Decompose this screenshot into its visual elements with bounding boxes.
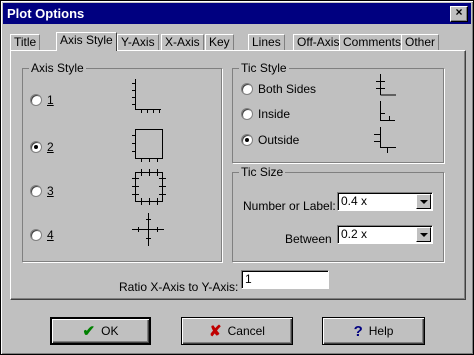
axis-style-radio-2[interactable] — [30, 141, 42, 153]
tic-size-group: Tic Size Number or Label: 0.4 x Between … — [232, 165, 444, 262]
tab-off-axis-label: Off-Axis — [297, 35, 340, 49]
tic-style-radio-outside[interactable] — [241, 134, 253, 146]
axis-style-group: Axis Style 1 2 3 4 — [22, 61, 222, 262]
number-or-label-value: 0.4 x — [341, 194, 368, 208]
tab-strip: Title Axis Style Y-Axis X-Axis Key Lines… — [10, 32, 470, 51]
tic-style-group-title: Tic Style — [239, 61, 289, 75]
box-axis-icon — [132, 129, 163, 162]
tab-lines[interactable]: Lines — [248, 34, 285, 50]
tab-axis-style-label: Axis Style — [60, 33, 113, 47]
tab-off-axis[interactable]: Off-Axis — [293, 34, 344, 50]
between-label: Between — [285, 232, 332, 246]
tab-title[interactable]: Title — [10, 34, 41, 50]
tab-axis-style[interactable]: Axis Style — [56, 32, 117, 51]
window-title: Plot Options — [7, 6, 85, 21]
axis-style-radio-1[interactable] — [30, 94, 42, 106]
tic-style-radio-both-sides[interactable] — [241, 83, 253, 95]
tab-title-label: Title — [14, 35, 37, 49]
axis-style-radio-4[interactable] — [30, 229, 42, 241]
tic-style-label-outside: Outside — [258, 133, 300, 147]
chevron-down-icon[interactable] — [416, 227, 431, 242]
tic-style-label-both-sides: Both Sides — [258, 82, 317, 96]
axis-style-label-3: 3 — [47, 184, 54, 198]
chevron-down-icon[interactable] — [416, 194, 431, 209]
axis-style-label-2: 2 — [47, 140, 54, 154]
plot-options-dialog: Plot Options × Title Axis Style Y-Axis X… — [0, 0, 474, 355]
tab-key-label: Key — [209, 35, 230, 49]
help-button[interactable]: ? Help — [322, 317, 425, 345]
tab-y-axis[interactable]: Y-Axis — [117, 34, 159, 50]
close-button[interactable]: × — [450, 5, 468, 22]
l-axis-icon — [132, 79, 161, 113]
ratio-label: Ratio X-Axis to Y-Axis: — [119, 280, 239, 294]
help-label: Help — [368, 324, 394, 338]
tab-other[interactable]: Other — [401, 34, 440, 50]
x-icon: ✘ — [209, 322, 222, 340]
tic-outside-icon — [374, 127, 396, 153]
number-or-label-select[interactable]: 0.4 x — [337, 192, 433, 211]
tic-style-label-inside: Inside — [258, 107, 291, 121]
tic-both-icon — [376, 74, 396, 96]
box-tics-icon — [132, 169, 166, 205]
ratio-value: 1 — [245, 272, 252, 286]
tic-style-radio-inside[interactable] — [241, 108, 253, 120]
ratio-input[interactable]: 1 — [241, 270, 329, 289]
axis-style-page: Axis Style 1 2 3 4 Tic Style Both Sides … — [10, 50, 466, 300]
axis-style-label-4: 4 — [47, 228, 54, 242]
question-icon: ? — [353, 322, 363, 340]
axis-style-group-title: Axis Style — [29, 61, 86, 75]
ok-label: OK — [101, 324, 119, 338]
cancel-label: Cancel — [227, 324, 265, 338]
axis-style-label-1: 1 — [47, 93, 54, 107]
between-value: 0.2 x — [341, 227, 368, 241]
between-select[interactable]: 0.2 x — [337, 225, 433, 244]
tab-lines-label: Lines — [252, 35, 281, 49]
check-icon: ✔ — [82, 322, 96, 340]
cancel-button[interactable]: ✘ Cancel — [181, 317, 293, 345]
tab-comments[interactable]: Comments — [339, 34, 406, 50]
tab-comments-label: Comments — [343, 35, 402, 49]
tab-key[interactable]: Key — [205, 34, 234, 50]
axis-style-radio-3[interactable] — [30, 185, 42, 197]
cross-axis-icon — [132, 213, 164, 246]
tab-x-axis[interactable]: X-Axis — [161, 34, 204, 50]
tab-y-axis-label: Y-Axis — [121, 35, 155, 49]
close-icon: × — [455, 5, 463, 19]
tic-size-group-title: Tic Size — [239, 165, 286, 179]
tab-x-axis-label: X-Axis — [165, 35, 200, 49]
ok-button[interactable]: ✔ OK — [50, 317, 151, 345]
number-or-label-label: Number or Label: — [243, 199, 336, 213]
tic-style-group: Tic Style Both Sides Inside Outside — [232, 61, 444, 163]
title-bar: Plot Options × — [3, 3, 471, 24]
tic-inside-icon — [380, 101, 395, 121]
tab-other-label: Other — [405, 35, 436, 49]
